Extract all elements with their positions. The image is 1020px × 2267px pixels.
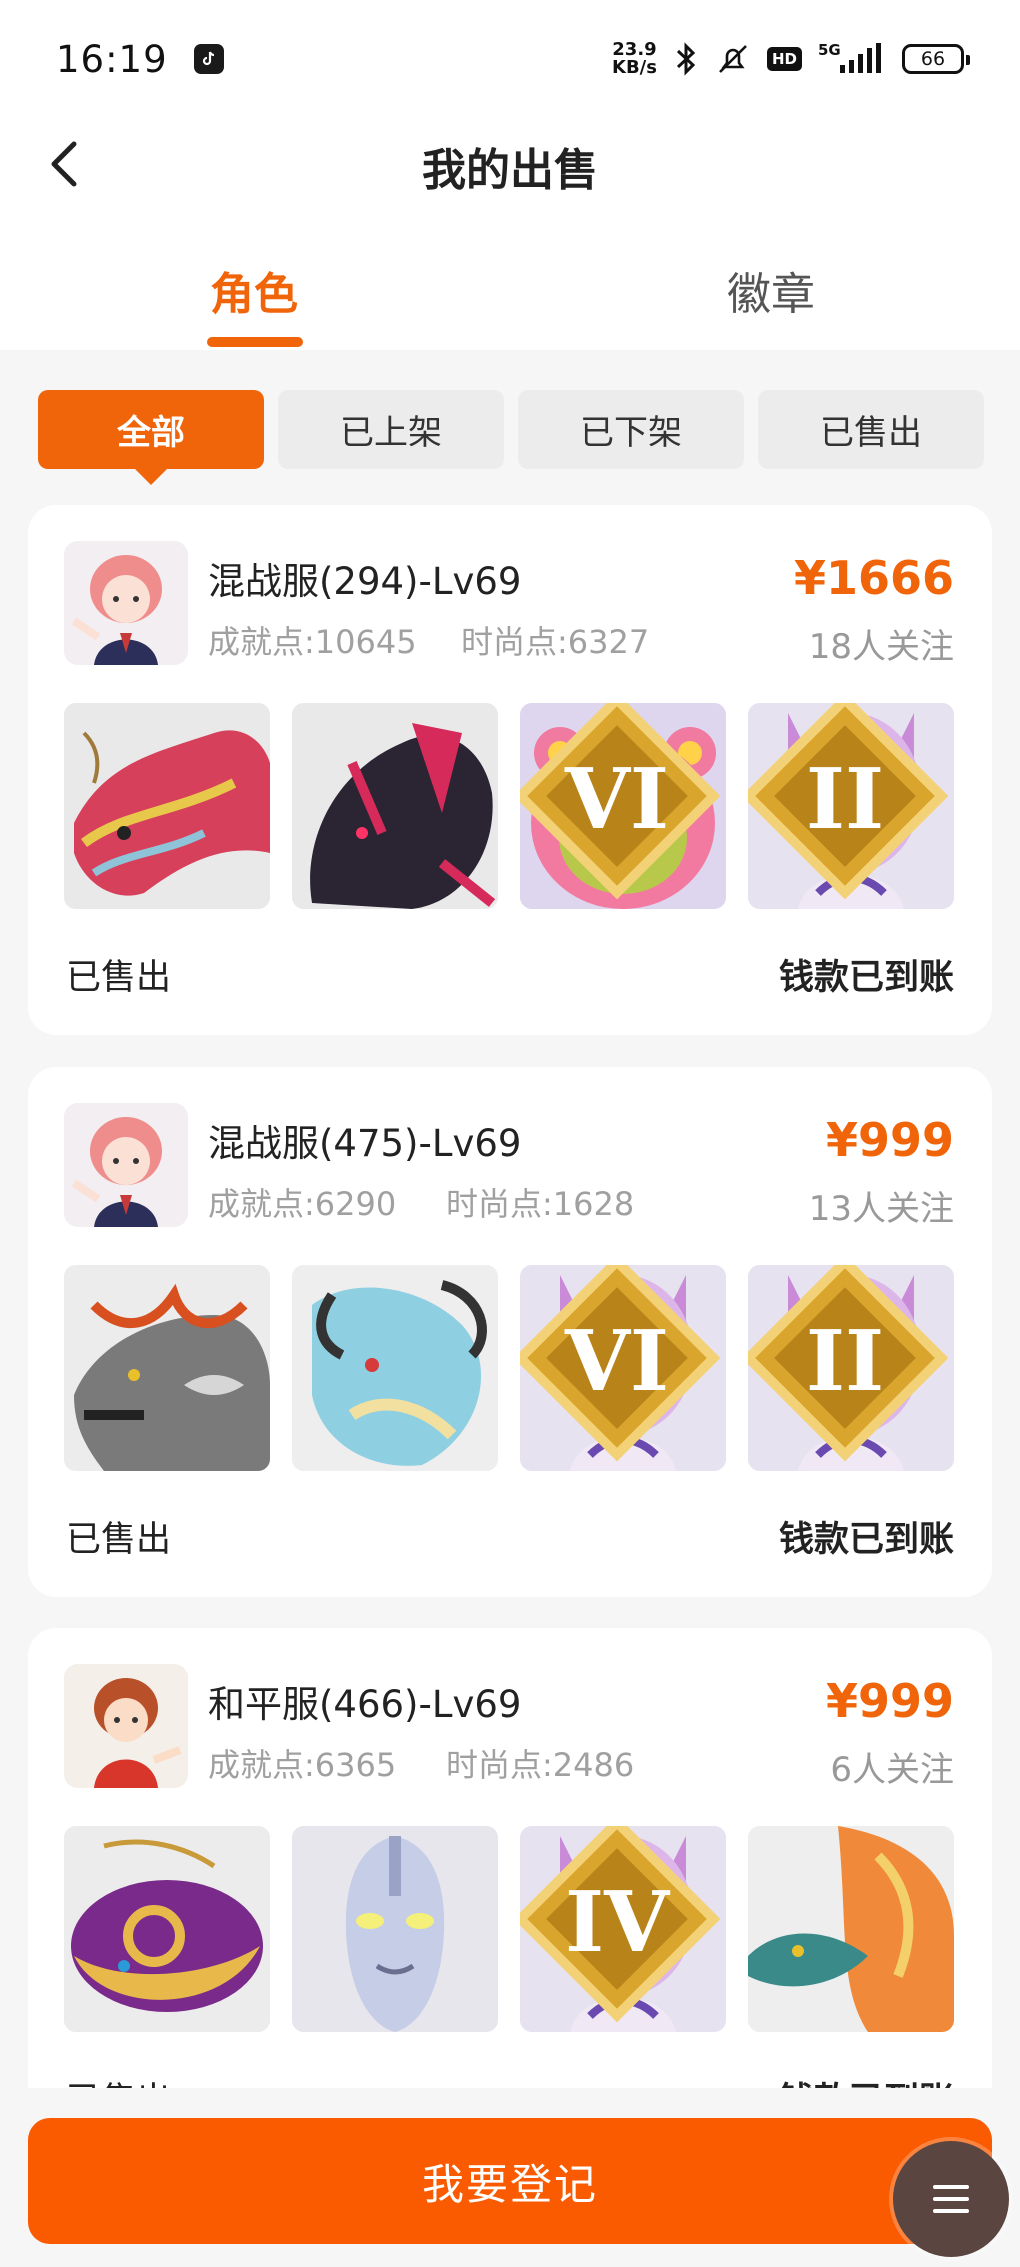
item-thumbnails: IV xyxy=(64,1826,954,2032)
svg-text:IV: IV xyxy=(565,1872,671,1971)
page-title: 我的出售 xyxy=(422,145,598,196)
fashion-points: 时尚点:1628 xyxy=(446,1185,635,1223)
filter-listed[interactable]: 已上架 xyxy=(278,390,504,469)
rank-badge-icon: VI xyxy=(520,703,720,899)
item-thumb[interactable] xyxy=(64,1265,270,1471)
rank-badge-icon: II xyxy=(748,1265,948,1461)
golden-whale-icon xyxy=(64,1826,270,2032)
tiktok-icon xyxy=(193,44,224,74)
fashion-points: 时尚点:6327 xyxy=(461,623,650,661)
dark-dragon-icon xyxy=(292,703,498,909)
status-bar: 16:19 23.9 KB/s HD 5G 66 xyxy=(0,0,1020,118)
chinese-dragon-icon xyxy=(64,703,270,909)
battery-icon: 66 xyxy=(902,44,970,74)
hd-badge: HD xyxy=(766,47,802,71)
listing-card[interactable]: 和平服(466)-Lv69 成就点:6365 时尚点:2486 ¥999 6人关… xyxy=(28,1628,992,2158)
item-thumb[interactable] xyxy=(292,1265,498,1471)
item-thumb[interactable] xyxy=(748,1826,954,2032)
item-thumb[interactable]: II xyxy=(748,1265,954,1471)
register-button[interactable]: 我要登记 xyxy=(28,2118,992,2244)
silver-hero-icon xyxy=(292,1826,498,2032)
rank-badge-icon: II xyxy=(748,703,948,899)
followers-count: 6人关注 xyxy=(830,1750,954,1790)
achievement-points: 成就点:10645 xyxy=(208,623,417,661)
item-thumbnails: VI II xyxy=(64,703,954,909)
svg-text:II: II xyxy=(806,749,884,848)
price: ¥1666 xyxy=(793,551,954,605)
item-thumb[interactable]: VI xyxy=(520,703,726,909)
menu-icon xyxy=(933,2185,969,2213)
price: ¥999 xyxy=(825,1113,954,1167)
svg-text:VI: VI xyxy=(564,749,669,848)
fashion-points: 时尚点:2486 xyxy=(446,1746,635,1784)
header: 我的出售 xyxy=(0,118,1020,210)
followers-count: 13人关注 xyxy=(808,1189,954,1229)
filter-sold[interactable]: 已售出 xyxy=(758,390,984,469)
rank-badge-icon: IV xyxy=(520,1826,720,2022)
grey-dragon-icon xyxy=(64,1265,270,1471)
item-thumb[interactable]: VI xyxy=(520,1265,726,1471)
floating-menu-button[interactable] xyxy=(893,2141,1009,2257)
listing-title: 混战服(294)-Lv69 xyxy=(208,560,522,603)
blue-dragon-icon xyxy=(292,1265,498,1471)
svg-text:5G: 5G xyxy=(818,41,841,59)
item-thumb[interactable] xyxy=(64,1826,270,2032)
listing-title: 混战服(475)-Lv69 xyxy=(208,1122,522,1165)
listing-card[interactable]: 混战服(475)-Lv69 成就点:6290 时尚点:1628 ¥999 13人… xyxy=(28,1067,992,1597)
bluetooth-icon xyxy=(676,42,696,76)
net-speed: 23.9 KB/s xyxy=(612,39,657,78)
orange-dragon-icon xyxy=(748,1826,954,2032)
filter-bar: 全部 已上架 已下架 已售出 xyxy=(38,390,984,485)
tab-badge[interactable]: 徽章 xyxy=(727,258,815,322)
mute-bell-icon xyxy=(719,45,747,73)
rank-badge-icon: VI xyxy=(520,1265,720,1461)
avatar xyxy=(64,1664,188,1788)
filter-all[interactable]: 全部 xyxy=(38,390,264,485)
sale-status: 已售出 xyxy=(66,958,172,998)
item-thumb[interactable] xyxy=(292,703,498,909)
achievement-points: 成就点:6290 xyxy=(208,1185,397,1223)
followers-count: 18人关注 xyxy=(808,627,954,667)
svg-text:VI: VI xyxy=(564,1311,669,1410)
signal-icon: 5G xyxy=(818,41,881,73)
avatar xyxy=(64,1103,188,1227)
item-thumb[interactable] xyxy=(292,1826,498,2032)
tab-bar: 角色 徽章 xyxy=(0,240,1020,350)
red-hair-boy-avatar-icon xyxy=(64,1664,188,1788)
listing-card[interactable]: 混战服(294)-Lv69 成就点:10645 时尚点:6327 ¥1666 1… xyxy=(28,505,992,1035)
filter-delisted[interactable]: 已下架 xyxy=(518,390,744,469)
pink-hair-girl-avatar-icon xyxy=(64,1103,188,1227)
item-thumb[interactable]: IV xyxy=(520,1826,726,2032)
payment-status: 钱款已到账 xyxy=(778,958,954,998)
listing-title: 和平服(466)-Lv69 xyxy=(208,1683,522,1726)
svg-text:II: II xyxy=(806,1311,884,1410)
status-time: 16:19 xyxy=(56,37,168,81)
item-thumb[interactable] xyxy=(64,703,270,909)
pink-hair-girl-avatar-icon xyxy=(64,541,188,665)
tab-underline xyxy=(207,337,303,347)
sale-status: 已售出 xyxy=(66,1520,172,1560)
item-thumb[interactable]: II xyxy=(748,703,954,909)
avatar xyxy=(64,541,188,665)
item-thumbnails: VI II xyxy=(64,1265,954,1471)
achievement-points: 成就点:6365 xyxy=(208,1746,397,1784)
price: ¥999 xyxy=(825,1674,954,1728)
tab-role[interactable]: 角色 xyxy=(210,258,298,322)
payment-status: 钱款已到账 xyxy=(778,1520,954,1560)
